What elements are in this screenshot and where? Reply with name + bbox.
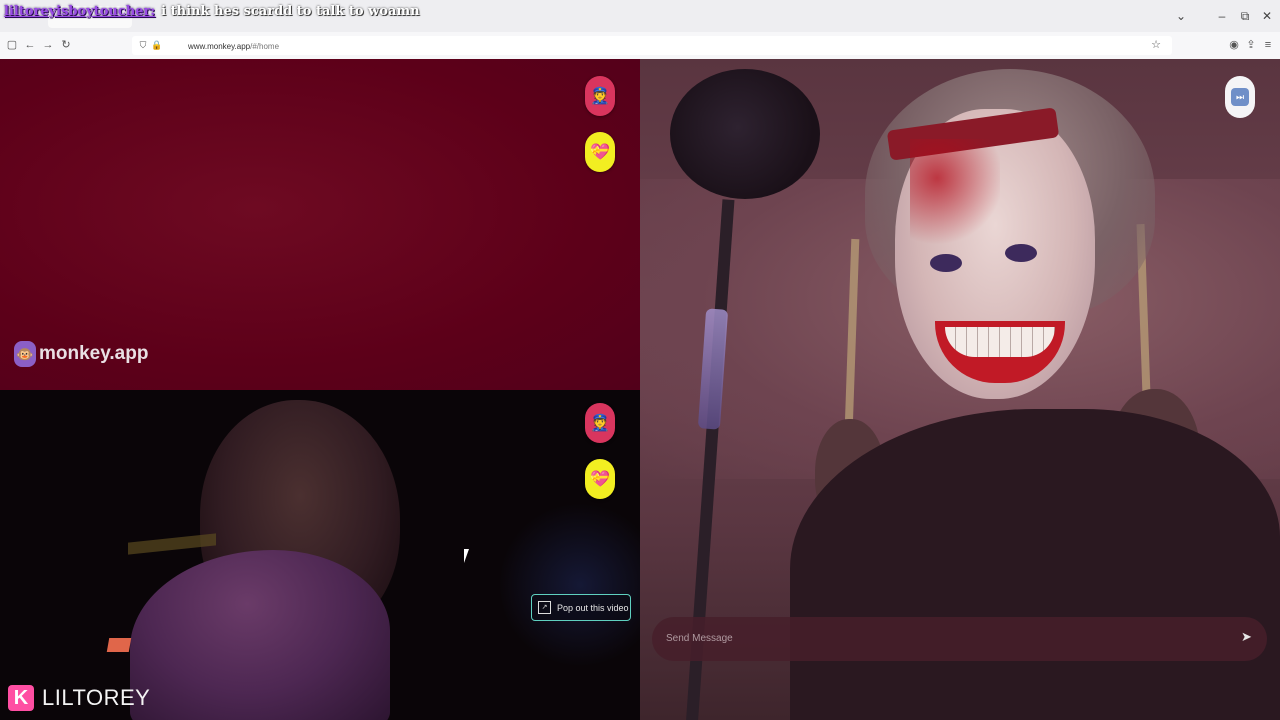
forward-icon[interactable]: → bbox=[41, 38, 55, 52]
browser-navbar: ▢ ← → ↻ ⛉ 🔒 www.monkey.app/#/home ☆ ◉ ⇪ … bbox=[0, 32, 1280, 60]
lock-icon: 🔒 bbox=[151, 40, 163, 50]
url-host: www.monkey.app bbox=[188, 42, 251, 51]
police-officer-icon: 👮 bbox=[590, 88, 610, 105]
back-icon[interactable]: ← bbox=[23, 38, 37, 52]
browser-titlebar: liltoreyisboytoucher: i think hes scardd … bbox=[0, 0, 1280, 33]
chat-username: liltoreyisboytoucher: bbox=[4, 4, 156, 19]
self-video bbox=[0, 390, 640, 720]
background-object bbox=[106, 638, 132, 652]
chat-overlay: liltoreyisboytoucher: i think hes scardd … bbox=[4, 4, 420, 19]
url-path: /#/home bbox=[250, 42, 280, 51]
sidebar-icon[interactable]: ▢ bbox=[5, 38, 19, 52]
restore-icon[interactable]: ⧉ bbox=[1237, 8, 1253, 24]
popout-label: Pop out this video bbox=[557, 602, 629, 613]
message-input[interactable]: Send Message ➤ bbox=[652, 617, 1267, 661]
mask-blood bbox=[910, 139, 1000, 269]
person-hand bbox=[130, 550, 390, 720]
background-glow bbox=[500, 500, 640, 670]
menu-icon[interactable]: ≡ bbox=[1261, 38, 1275, 52]
bookmark-star-icon[interactable]: ☆ bbox=[1149, 38, 1163, 52]
monkey-icon: 🐵 bbox=[14, 341, 36, 367]
reload-icon[interactable]: ↻ bbox=[59, 38, 73, 52]
minimize-icon[interactable]: – bbox=[1214, 8, 1230, 24]
tabs-dropdown-icon[interactable]: ⌄ bbox=[1173, 8, 1189, 24]
person-shirt bbox=[790, 409, 1280, 720]
address-bar[interactable]: ⛉ 🔒 bbox=[132, 36, 1172, 55]
shield-icon: ⛉ bbox=[139, 40, 147, 50]
account-icon[interactable]: ◉ bbox=[1227, 38, 1241, 52]
like-heart-button-2[interactable]: 💝 bbox=[585, 459, 615, 499]
message-placeholder: Send Message bbox=[666, 633, 733, 644]
popout-video-button[interactable]: ↗ Pop out this video bbox=[531, 594, 631, 621]
close-icon[interactable]: ✕ bbox=[1259, 8, 1275, 24]
like-heart-button[interactable]: 💝 bbox=[585, 132, 615, 172]
brand: 🐵 monkey.app bbox=[14, 341, 148, 367]
streamer-name: LILTOREY bbox=[42, 685, 151, 710]
send-icon[interactable]: ➤ bbox=[1241, 630, 1255, 644]
mask-eye-right bbox=[1005, 244, 1037, 262]
skip-button[interactable]: ⏭ bbox=[1225, 76, 1255, 118]
report-police-button[interactable]: 👮 bbox=[585, 76, 615, 116]
popout-icon: ↗ bbox=[538, 601, 551, 614]
streamer-watermark: K LILTOREY bbox=[8, 685, 150, 711]
mask-eye-left bbox=[930, 254, 962, 272]
police-officer-icon: 👮 bbox=[590, 415, 610, 432]
extensions-icon[interactable]: ⇪ bbox=[1244, 38, 1258, 52]
brand-name: monkey.app bbox=[39, 343, 149, 364]
mask-teeth bbox=[945, 327, 1055, 357]
url-text: www.monkey.app/#/home bbox=[188, 42, 279, 51]
heart-icon: 💝 bbox=[590, 144, 610, 161]
mouse-cursor bbox=[464, 549, 469, 563]
fast-forward-icon: ⏭ bbox=[1231, 88, 1249, 106]
kick-logo: K bbox=[8, 685, 34, 711]
heart-icon: 💝 bbox=[590, 471, 610, 488]
microphone bbox=[670, 69, 820, 199]
report-police-button-2[interactable]: 👮 bbox=[585, 403, 615, 443]
chat-message: i think hes scardd to talk to woamn bbox=[161, 4, 420, 19]
partner-video-placeholder: 🐵 monkey.app bbox=[0, 59, 640, 390]
